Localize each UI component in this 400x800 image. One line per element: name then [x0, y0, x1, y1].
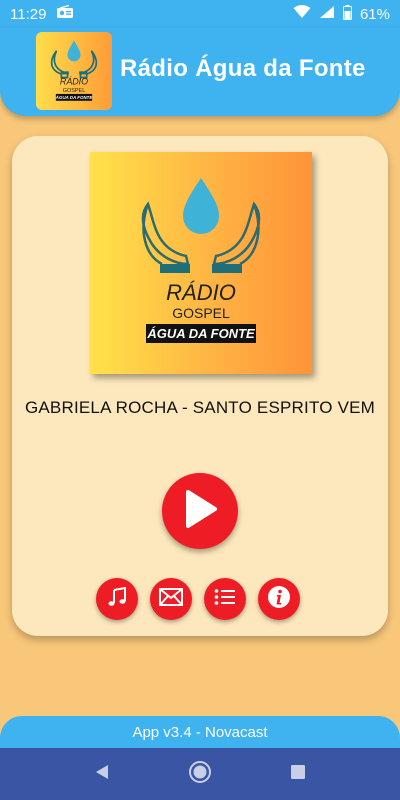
system-navigation-bar [0, 748, 400, 800]
action-buttons [96, 578, 300, 620]
status-bar: 11:29 61% [0, 0, 400, 28]
info-icon [267, 585, 291, 614]
list-button[interactable] [204, 578, 246, 620]
info-button[interactable] [258, 578, 300, 620]
mail-icon [159, 587, 183, 611]
music-button[interactable] [96, 578, 138, 620]
mail-button[interactable] [150, 578, 192, 620]
signal-icon [319, 5, 335, 23]
play-icon [182, 489, 218, 534]
album-cover: RÁDIO GOSPEL ÁGUA DA FONTE [90, 152, 312, 374]
logo-line2: GOSPEL [172, 305, 230, 321]
app-title: Rádio Água da Fonte [120, 55, 366, 82]
recents-icon[interactable] [290, 764, 306, 785]
logo-line1: RÁDIO [166, 280, 236, 305]
logo-line3: ÁGUA DA FONTE [146, 326, 255, 341]
song-title: GABRIELA ROCHA - SANTO ESPRITO VEM [24, 398, 376, 417]
status-time: 11:29 [10, 5, 47, 23]
list-icon [214, 588, 236, 611]
battery-percent: 61% [359, 5, 390, 23]
svg-text:GOSPEL: GOSPEL [63, 88, 86, 94]
version-text: App v3.4 - Novacast [132, 724, 268, 741]
play-button[interactable] [162, 473, 238, 549]
radio-icon [56, 4, 74, 23]
water-drop-icon [183, 178, 219, 234]
app-header: RÁDIO GOSPEL ÁGUA DA FONTE Rádio Água da… [0, 28, 400, 116]
right-hand-icon [212, 201, 261, 266]
left-hand-icon [141, 201, 190, 266]
home-icon[interactable] [188, 760, 212, 789]
header-logo: RÁDIO GOSPEL ÁGUA DA FONTE [36, 32, 112, 110]
player-card: RÁDIO GOSPEL ÁGUA DA FONTE GABRIELA ROCH… [12, 136, 388, 636]
svg-text:ÁGUA DA FONTE: ÁGUA DA FONTE [55, 94, 94, 100]
svg-text:RÁDIO: RÁDIO [60, 76, 88, 86]
version-footer: App v3.4 - Novacast [0, 716, 400, 748]
battery-icon [342, 4, 352, 24]
back-icon[interactable] [94, 764, 110, 785]
music-note-icon [106, 586, 128, 613]
wifi-icon [293, 5, 311, 23]
